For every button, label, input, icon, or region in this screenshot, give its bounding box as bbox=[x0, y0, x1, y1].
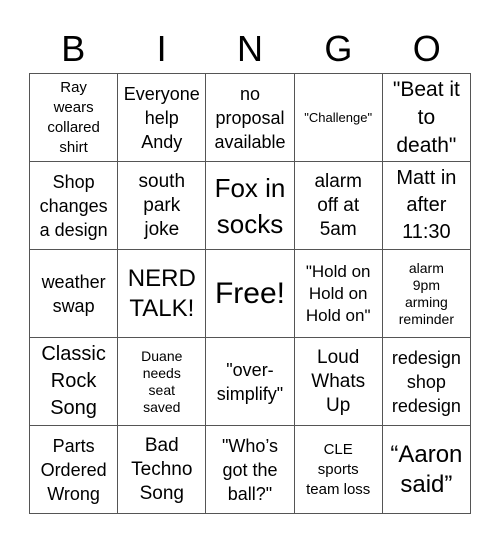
cell-text: “Aaron said” bbox=[390, 440, 463, 498]
bingo-cell-r5-c3[interactable]: "Who’s got the ball?" bbox=[206, 426, 295, 514]
bingo-cell-r3-c2[interactable]: NERD TALK! bbox=[118, 250, 207, 338]
cell-text: "Hold on Hold on Hold on" bbox=[305, 261, 371, 325]
header-letter-i: I bbox=[156, 28, 167, 69]
bingo-cell-r2-c2[interactable]: south park joke bbox=[118, 162, 207, 250]
cell-text: Bad Techno Song bbox=[131, 434, 193, 504]
cell-text: Shop changes a design bbox=[39, 171, 108, 240]
bingo-cell-r5-c2[interactable]: Bad Techno Song bbox=[118, 426, 207, 514]
bingo-cell-r5-c4[interactable]: CLE sports team loss bbox=[294, 426, 383, 514]
header-letter-n: N bbox=[236, 28, 263, 69]
cell-text: "over- simplify" bbox=[216, 359, 284, 404]
cell-text: alarm 9pm arming reminder bbox=[398, 259, 455, 327]
bingo-cell-r2-c1[interactable]: Shop changes a design bbox=[30, 162, 119, 250]
bingo-cell-r3-c1[interactable]: weather swap bbox=[30, 250, 119, 338]
bingo-cell-r5-c5[interactable]: “Aaron said” bbox=[382, 426, 471, 514]
cell-text: Matt in after 11:30 bbox=[396, 167, 457, 243]
bingo-cell-r4-c5[interactable]: redesign shop redesign bbox=[382, 338, 471, 426]
bingo-cell-r4-c1[interactable]: Classic Rock Song bbox=[30, 338, 119, 426]
bingo-cell-r1-c1[interactable]: Ray wears collared shirt bbox=[30, 74, 119, 162]
bingo-cell-r4-c4[interactable]: Loud Whats Up bbox=[294, 338, 383, 426]
bingo-cell-r4-c2[interactable]: Duane needs seat saved bbox=[118, 338, 207, 426]
cell-text: Ray wears collared shirt bbox=[47, 78, 100, 156]
cell-text: no proposal available bbox=[214, 83, 286, 152]
cell-text: Everyone help Andy bbox=[123, 83, 200, 152]
cell-text: weather swap bbox=[41, 271, 106, 316]
cell-text: alarm off at 5am bbox=[314, 170, 362, 240]
bingo-cell-r2-c4[interactable]: alarm off at 5am bbox=[294, 162, 383, 250]
cell-text: Classic Rock Song bbox=[41, 343, 106, 419]
bingo-cell-r4-c3[interactable]: "over- simplify" bbox=[206, 338, 295, 426]
bingo-header: B I N G O bbox=[29, 26, 471, 72]
bingo-cell-r5-c1[interactable]: Parts Ordered Wrong bbox=[30, 426, 119, 514]
bingo-cell-r2-c3[interactable]: Fox in socks bbox=[206, 162, 295, 250]
bingo-cell-r3-c4[interactable]: "Hold on Hold on Hold on" bbox=[294, 250, 383, 338]
cell-text: "Beat it to death" bbox=[392, 77, 460, 157]
cell-text: Parts Ordered Wrong bbox=[40, 435, 107, 504]
cell-text: Loud Whats Up bbox=[311, 346, 366, 416]
cell-text: "Challenge" bbox=[304, 109, 373, 125]
bingo-cell-r1-c2[interactable]: Everyone help Andy bbox=[118, 74, 207, 162]
bingo-cell-r1-c3[interactable]: no proposal available bbox=[206, 74, 295, 162]
bingo-cell-r1-c4[interactable]: "Challenge" bbox=[294, 74, 383, 162]
bingo-cell-r3-c5[interactable]: alarm 9pm arming reminder bbox=[382, 250, 471, 338]
cell-text: CLE sports team loss bbox=[306, 440, 371, 498]
bingo-cell-r1-c5[interactable]: "Beat it to death" bbox=[382, 74, 471, 162]
bingo-cell-free[interactable]: Free! bbox=[206, 250, 295, 338]
cell-text: "Who’s got the ball?" bbox=[221, 435, 279, 504]
bingo-cell-r2-c5[interactable]: Matt in after 11:30 bbox=[382, 162, 471, 250]
cell-text: redesign shop redesign bbox=[391, 347, 461, 416]
header-letter-b: B bbox=[61, 28, 86, 69]
header-letter-o: O bbox=[412, 28, 441, 69]
header-letter-g: G bbox=[324, 28, 353, 69]
cell-text: Duane needs seat saved bbox=[141, 347, 183, 415]
cell-text: NERD TALK! bbox=[127, 264, 196, 322]
cell-text: south park joke bbox=[138, 170, 186, 240]
bingo-board: Ray wears collared shirt Everyone help A… bbox=[29, 73, 471, 514]
free-space-text: Free! bbox=[214, 276, 285, 310]
cell-text: Fox in socks bbox=[214, 172, 286, 239]
